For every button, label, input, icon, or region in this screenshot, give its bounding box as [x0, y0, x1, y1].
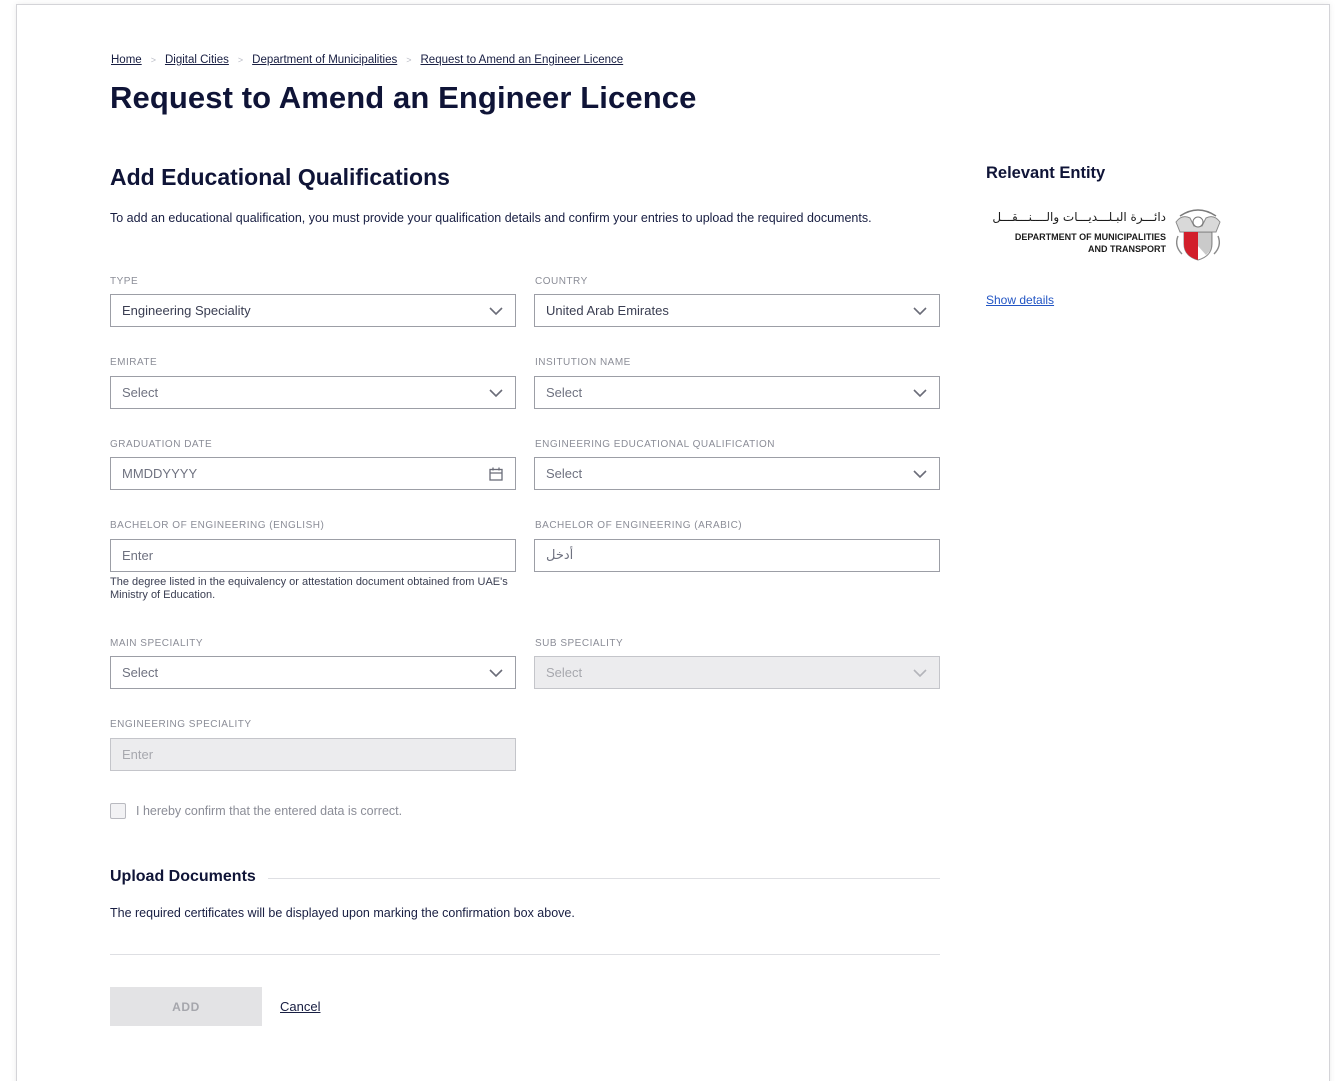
bachelor-en-input[interactable]: Enter [110, 539, 516, 572]
upload-title: Upload Documents [110, 868, 268, 886]
engineering-speciality-label: ENGINEERING SPECIALITY [110, 719, 252, 730]
entity-name-english-line1: DEPARTMENT OF MUNICIPALITIES [1014, 232, 1166, 242]
type-value: Engineering Speciality [122, 303, 251, 318]
eng-qualification-label: ENGINEERING EDUCATIONAL QUALIFICATION [535, 439, 776, 450]
cancel-link[interactable]: Cancel [280, 999, 320, 1014]
institution-label: INSITUTION NAME [535, 357, 631, 368]
emirate-label: EMIRATE [110, 357, 158, 368]
upload-text: The required certificates will be displa… [110, 906, 575, 920]
breadcrumb-department[interactable]: Department of Municipalities [252, 54, 397, 66]
show-details-link[interactable]: Show details [986, 293, 1054, 307]
institution-select[interactable]: Select [534, 376, 940, 409]
eng-qualification-select[interactable]: Select [534, 457, 940, 490]
breadcrumb-separator-icon: > [406, 55, 412, 65]
chevron-down-icon [913, 388, 927, 397]
chevron-down-icon [913, 306, 927, 315]
institution-placeholder: Select [546, 385, 583, 400]
breadcrumb-separator-icon: > [150, 55, 156, 65]
confirm-checkbox[interactable] [110, 803, 126, 819]
entity-name-english-line2: AND TRANSPORT [1088, 244, 1166, 254]
chevron-down-icon [489, 388, 503, 397]
chevron-down-icon [913, 668, 927, 677]
graduation-date-placeholder: MMDDYYYY [122, 466, 198, 481]
emirate-placeholder: Select [122, 385, 159, 400]
section-title: Add Educational Qualifications [110, 164, 450, 190]
sub-speciality-label: SUB SPECIALITY [535, 638, 624, 649]
engineering-speciality-placeholder: Enter [122, 747, 154, 762]
type-select[interactable]: Engineering Speciality [110, 294, 516, 327]
relevant-entity-title: Relevant Entity [986, 164, 1106, 182]
bachelor-en-placeholder: Enter [122, 548, 154, 563]
confirm-row: I hereby confirm that the entered data i… [110, 803, 402, 819]
country-select[interactable]: United Arab Emirates [534, 294, 940, 327]
bachelor-en-label: BACHELOR OF ENGINEERING (ENGLISH) [110, 520, 325, 531]
section-intro: To add an educational qualification, you… [110, 211, 872, 225]
entity-name-arabic: دائـــرة البـلـــديـــات والــــنـــقـــ… [992, 210, 1166, 224]
breadcrumb-digital-cities[interactable]: Digital Cities [165, 54, 229, 66]
type-label: TYPE [110, 276, 139, 287]
actions-divider [110, 954, 940, 955]
sub-speciality-select: Select [534, 656, 940, 689]
page-title: Request to Amend an Engineer Licence [110, 80, 697, 115]
eng-qualification-placeholder: Select [546, 466, 583, 481]
graduation-date-label: GRADUATION DATE [110, 439, 213, 450]
breadcrumb-home[interactable]: Home [111, 54, 142, 66]
abu-dhabi-emblem-icon [1175, 209, 1221, 261]
chevron-down-icon [489, 668, 503, 677]
confirm-text: I hereby confirm that the entered data i… [136, 804, 403, 818]
main-speciality-label: MAIN SPECIALITY [110, 638, 204, 649]
graduation-date-input[interactable]: MMDDYYYY [110, 457, 516, 490]
add-button[interactable]: ADD [110, 987, 262, 1026]
main-speciality-select[interactable]: Select [110, 656, 516, 689]
calendar-icon[interactable] [488, 466, 504, 482]
sub-speciality-placeholder: Select [546, 665, 583, 680]
breadcrumb-current[interactable]: Request to Amend an Engineer Licence [421, 54, 624, 66]
bachelor-ar-input[interactable]: أدخل [534, 539, 940, 572]
breadcrumb: Home > Digital Cities > Department of Mu… [111, 54, 623, 66]
chevron-down-icon [489, 306, 503, 315]
bachelor-ar-label: BACHELOR OF ENGINEERING (ARABIC) [535, 520, 743, 531]
chevron-down-icon [913, 469, 927, 478]
country-value: United Arab Emirates [546, 303, 669, 318]
engineering-speciality-input: Enter [110, 738, 516, 771]
main-speciality-placeholder: Select [122, 665, 159, 680]
bachelor-ar-placeholder: أدخل [546, 548, 574, 563]
breadcrumb-separator-icon: > [237, 55, 244, 65]
emirate-select[interactable]: Select [110, 376, 516, 409]
country-label: COUNTRY [535, 276, 588, 287]
bachelor-en-hint: The degree listed in the equivalency or … [110, 576, 508, 601]
